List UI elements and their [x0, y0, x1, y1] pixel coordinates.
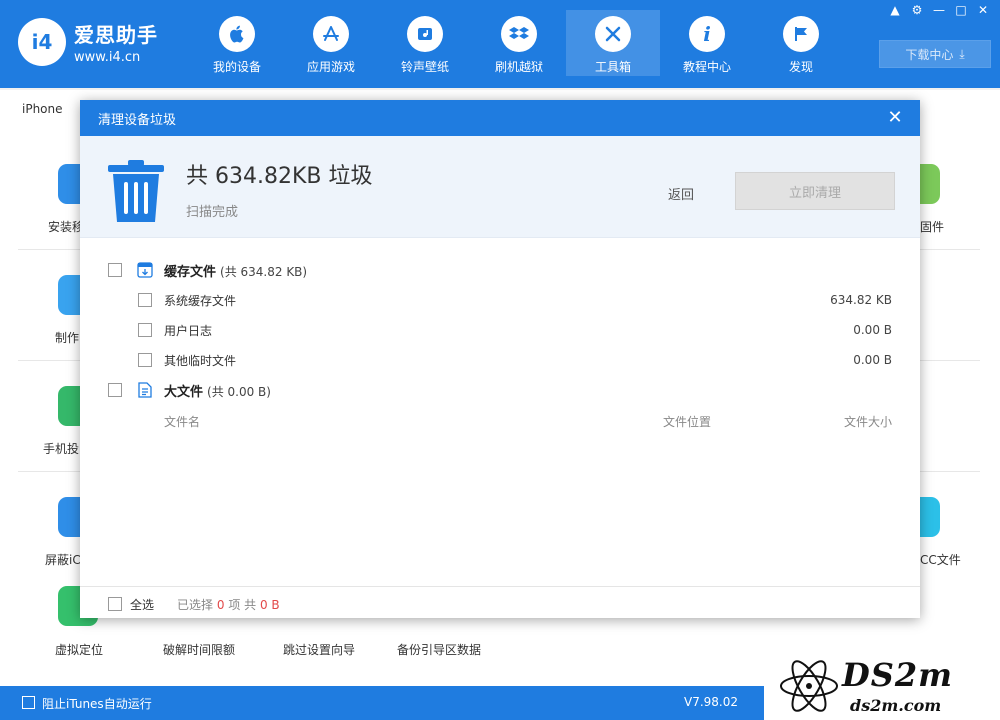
scan-summary: 共 634.82KB 垃圾 扫描完成 返回 立即清理 [80, 136, 920, 238]
music-icon [407, 16, 443, 52]
trash-icon [108, 160, 164, 222]
tool-label: 手机投 [43, 442, 80, 456]
watermark: DS2m ds2m.com [764, 652, 1000, 720]
item-label: 用户日志 [164, 323, 213, 338]
dropbox-icon [501, 16, 537, 52]
tool-label: 制作 [55, 331, 80, 345]
skin-icon[interactable]: ▲ [886, 2, 904, 18]
dialog-titlebar: 清理设备垃圾 ✕ [80, 100, 920, 136]
clean-now-button[interactable]: 立即清理 [735, 172, 895, 210]
item-size: 0.00 B [853, 323, 892, 337]
dialog-footer: 全选 已选择 0 项 共 0 B [80, 586, 920, 618]
version-label: V7.98.02 [684, 695, 739, 709]
logo-badge: i4 [18, 18, 66, 66]
category-checkbox[interactable] [108, 383, 122, 397]
tool-label: 跳过设置向导 [283, 643, 356, 657]
item-size: 634.82 KB [830, 293, 892, 307]
column-header-size: 文件大小 [844, 415, 893, 429]
main-nav: 我的设备 应用游戏 铃声壁纸 刷机越狱 工具箱 i 教程中心 发现 [190, 10, 848, 76]
cache-folder-icon [137, 262, 153, 278]
nav-my-device[interactable]: 我的设备 [190, 10, 284, 76]
junk-total: 共 634.82KB 垃圾 [186, 164, 373, 189]
app-logo: i4 爱思助手 www.i4.cn [18, 18, 158, 66]
item-size: 0.00 B [853, 353, 892, 367]
tool-label: 固件 [920, 220, 945, 234]
tools-icon [595, 16, 631, 52]
tool-label: 安装移 [48, 220, 85, 234]
list-item: 用户日志 0.00 B [80, 318, 920, 342]
item-label: 其他临时文件 [164, 353, 237, 368]
minimize-icon[interactable]: — [930, 2, 948, 18]
item-label: 系统缓存文件 [164, 293, 237, 308]
back-button[interactable]: 返回 [668, 184, 694, 203]
column-header-name: 文件名 [164, 415, 201, 429]
dialog-title: 清理设备垃圾 [98, 112, 177, 128]
category-label: 缓存文件 (共 634.82 KB) [164, 264, 308, 280]
category-checkbox[interactable] [108, 263, 122, 277]
scan-status: 扫描完成 [186, 205, 239, 220]
apple-icon [219, 16, 255, 52]
watermark-text: DS2m [842, 656, 953, 694]
info-icon: i [689, 16, 725, 52]
dialog-close-icon[interactable]: ✕ [884, 106, 906, 128]
atom-logo-icon [780, 660, 838, 712]
clean-junk-dialog: 清理设备垃圾 ✕ 共 634.82KB 垃圾 扫描完成 返回 立即清理 缓存文件… [80, 100, 920, 618]
window-controls: ▲ ⚙ — □ ✕ [886, 2, 992, 18]
nav-discover[interactable]: 发现 [754, 10, 848, 76]
itunes-checkbox[interactable] [22, 696, 35, 709]
item-checkbox[interactable] [138, 323, 152, 337]
top-bar: i4 爱思助手 www.i4.cn 我的设备 应用游戏 铃声壁纸 刷机越狱 工具… [0, 0, 1000, 88]
nav-ringtones[interactable]: 铃声壁纸 [378, 10, 472, 76]
item-checkbox[interactable] [138, 353, 152, 367]
category-row-large-files: 大文件 (共 0.00 B) [80, 378, 920, 402]
tool-label: 屏蔽iC [45, 553, 81, 567]
maximize-icon[interactable]: □ [952, 2, 970, 18]
item-checkbox[interactable] [138, 293, 152, 307]
list-item: 系统缓存文件 634.82 KB [80, 288, 920, 312]
document-icon [138, 382, 152, 398]
settings-icon[interactable]: ⚙ [908, 2, 926, 18]
tool-label: 备份引导区数据 [397, 643, 482, 657]
tool-label: CC文件 [920, 553, 961, 567]
nav-toolbox[interactable]: 工具箱 [566, 10, 660, 76]
download-icon: ⤓ [959, 46, 965, 61]
itunes-label: 阻止iTunes自动运行 [42, 697, 152, 711]
column-header-location: 文件位置 [663, 415, 712, 429]
list-item: 其他临时文件 0.00 B [80, 348, 920, 372]
select-all-checkbox[interactable] [108, 597, 122, 611]
category-label: 大文件 (共 0.00 B) [164, 384, 271, 400]
nav-apps-games[interactable]: 应用游戏 [284, 10, 378, 76]
app-url: www.i4.cn [74, 50, 141, 65]
flag-icon [783, 16, 819, 52]
download-center-button[interactable]: 下载中心 ⤓ [879, 40, 991, 68]
selection-summary: 已选择 0 项 共 0 B [177, 598, 280, 612]
app-store-icon [313, 16, 349, 52]
nav-tutorials[interactable]: i 教程中心 [660, 10, 754, 76]
select-all-label: 全选 [130, 598, 155, 612]
watermark-url: ds2m.com [850, 696, 942, 715]
category-row-cache: 缓存文件 (共 634.82 KB) [80, 258, 920, 282]
nav-flash-jailbreak[interactable]: 刷机越狱 [472, 10, 566, 76]
close-icon[interactable]: ✕ [974, 2, 992, 18]
tool-label: 虚拟定位 [55, 643, 104, 657]
device-tab-iphone[interactable]: iPhone [10, 96, 75, 124]
tool-label: 破解时间限额 [163, 643, 236, 657]
app-name: 爱思助手 [74, 23, 158, 47]
